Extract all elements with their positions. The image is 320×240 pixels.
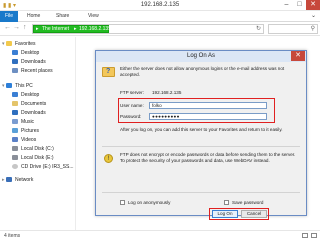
nav-network[interactable]: Network — [6, 177, 33, 185]
nav-local-disk-c[interactable]: Local Disk (C:) — [12, 146, 54, 154]
forward-arrow-icon[interactable]: → — [13, 24, 20, 31]
username-label: User name: — [120, 103, 144, 108]
ribbon: File Home Share View ⌄ — [0, 11, 320, 22]
breadcrumb-separator: ▸ — [36, 25, 39, 32]
documents-icon — [12, 101, 18, 106]
large-icons-view-icon[interactable] — [311, 233, 317, 238]
password-label: Password: — [120, 114, 142, 119]
cancel-button[interactable]: Cancel — [241, 210, 267, 218]
nav-recent-places[interactable]: Recent places — [12, 68, 53, 76]
close-button[interactable]: ✕ — [306, 0, 320, 10]
network-icon — [6, 177, 12, 182]
search-input[interactable]: ⚲ — [268, 24, 318, 34]
search-icon: ⚲ — [310, 26, 315, 32]
dialog-body: Either the server does not allow anonymo… — [96, 62, 306, 220]
folder-question-icon — [102, 67, 115, 77]
recent-places-icon — [12, 68, 18, 73]
up-arrow-icon[interactable]: ↑ — [23, 24, 27, 31]
minimize-button[interactable]: – — [280, 0, 293, 10]
tab-view[interactable]: View — [88, 13, 99, 19]
window-titlebar: ▮ ▮ ▾ 192.168.2.135 – □ ✕ — [0, 0, 320, 11]
chevron-down-icon[interactable]: ⌄ — [311, 12, 316, 19]
divider — [102, 192, 300, 193]
logon-button[interactable]: Log On — [212, 210, 238, 218]
username-input[interactable]: folko — [149, 102, 267, 109]
maximize-button[interactable]: □ — [293, 0, 306, 10]
breadcrumb-separator: ▸ — [74, 25, 77, 32]
nav-this-pc[interactable]: This PC — [6, 83, 33, 91]
ftp-server-value: 192.168.2.135 — [149, 89, 267, 96]
navigation-pane: ▾ Favorites Desktop Downloads Recent pla… — [0, 37, 76, 230]
disk-icon — [12, 146, 18, 151]
nav-documents[interactable]: Documents — [12, 101, 46, 109]
desktop-icon — [12, 92, 18, 97]
ftp-warning-text: FTP does not encrypt or encode passwords… — [120, 152, 296, 163]
anonymous-label: Log on anonymously — [128, 200, 171, 205]
dialog-title: Log On As — [186, 53, 216, 59]
status-bar: 4 items — [0, 230, 320, 240]
nav-favorites-desktop[interactable]: Desktop — [12, 50, 39, 58]
save-password-label: Save password — [232, 200, 264, 205]
logon-dialog: Log On As ✕ Either the server does not a… — [95, 50, 307, 220]
nav-music[interactable]: Music — [12, 119, 34, 127]
nav-pc-desktop[interactable]: Desktop — [12, 92, 39, 100]
chevron-down-icon[interactable]: ▾ — [2, 83, 5, 89]
tab-share[interactable]: Share — [56, 13, 69, 19]
tab-home[interactable]: Home — [27, 13, 40, 19]
chevron-down-icon[interactable]: ▾ — [2, 41, 5, 47]
divider — [102, 146, 300, 147]
nav-videos[interactable]: Videos — [12, 137, 36, 145]
nav-favorites[interactable]: Favorites — [6, 41, 36, 49]
computer-icon — [6, 83, 12, 88]
nav-pc-downloads[interactable]: Downloads — [12, 110, 46, 118]
dialog-titlebar: Log On As ✕ — [96, 51, 306, 62]
after-logon-note: After you log on, you can add this serve… — [120, 127, 283, 132]
cd-drive-icon — [12, 164, 18, 169]
nav-pictures[interactable]: Pictures — [12, 128, 39, 136]
warning-icon: ! — [104, 154, 113, 163]
details-view-icon[interactable] — [302, 233, 308, 238]
address-row: ← → ↑ ▸ The Internet ▸ 192.168.2.135 ↻ ⚲ — [0, 22, 320, 36]
disk-icon — [12, 155, 18, 160]
save-password-checkbox[interactable] — [224, 200, 229, 205]
nav-cd-drive[interactable]: CD Drive (E:) IR3_SS... — [12, 164, 74, 172]
breadcrumb-internet[interactable]: The Internet — [42, 26, 69, 32]
downloads-icon — [12, 59, 18, 64]
nav-local-disk-e[interactable]: Local Disk (E:) — [12, 155, 54, 163]
desktop-icon — [12, 50, 18, 55]
breadcrumb-host[interactable]: 192.168.2.135 — [79, 26, 111, 32]
music-icon — [12, 119, 18, 124]
logon-message: Either the server does not allow anonymo… — [120, 66, 285, 77]
chevron-right-icon[interactable]: ▸ — [2, 177, 5, 183]
dialog-close-button[interactable]: ✕ — [291, 51, 305, 61]
password-input[interactable]: ●●●●●●●●● — [149, 113, 267, 120]
anonymous-checkbox[interactable] — [120, 200, 125, 205]
videos-icon — [12, 137, 18, 142]
item-count: 4 items — [4, 233, 21, 239]
star-icon — [6, 41, 12, 46]
nav-favorites-downloads[interactable]: Downloads — [12, 59, 46, 67]
downloads-icon — [12, 110, 18, 115]
window-title: 192.168.2.135 — [140, 2, 180, 8]
tab-file[interactable]: File — [0, 11, 18, 22]
ftp-server-label: FTP server: — [120, 90, 144, 95]
back-arrow-icon[interactable]: ← — [4, 24, 11, 31]
pictures-icon — [12, 128, 18, 133]
refresh-icon[interactable]: ↻ — [256, 25, 261, 32]
